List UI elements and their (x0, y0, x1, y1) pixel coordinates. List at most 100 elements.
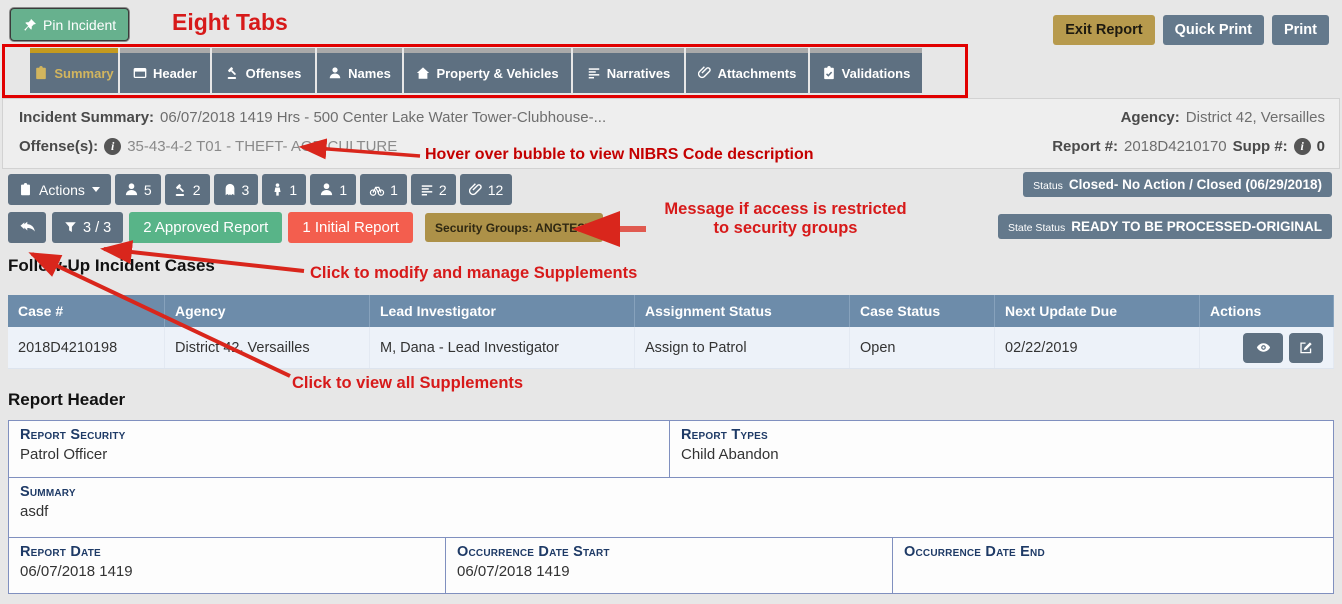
field-label: Report Date (9, 538, 445, 560)
report-number-value: 2018D4210170 (1124, 138, 1227, 155)
clipboard-icon (34, 66, 48, 80)
report-header-title: Report Header (8, 390, 125, 410)
tab-label: Narratives (607, 66, 671, 81)
view-case-button[interactable] (1243, 333, 1283, 363)
text-lines-icon (587, 66, 601, 80)
tab-summary[interactable]: Summary (30, 48, 118, 93)
security-groups-badge: Security Groups: ANGTEST (425, 213, 603, 242)
actions-label: Actions (39, 182, 85, 198)
field-value: 06/07/2018 1419 (9, 560, 445, 583)
tab-bar: Summary Header Offenses Names Property &… (30, 48, 922, 93)
field-label: Summary (9, 478, 1333, 500)
person-icon (319, 182, 334, 197)
cell-agency: District 42, Versailles (165, 327, 370, 368)
officer-count-badge[interactable]: 1 (262, 174, 306, 205)
annotation-hover-bubble: Hover over bubble to view NIBRS Code des… (425, 146, 814, 164)
badge-count: 12 (488, 182, 504, 198)
agency-value: District 42, Versailles (1186, 109, 1325, 126)
house-icon (416, 66, 430, 80)
eye-icon (1256, 340, 1271, 355)
incident-summary-label: Incident Summary: (19, 109, 154, 126)
quick-print-button[interactable]: Quick Print (1163, 15, 1264, 45)
supp-number-value: 0 (1317, 138, 1325, 155)
paperclip-icon (698, 66, 712, 80)
field-report-types: Report Types Child Abandon (669, 420, 1334, 478)
column-header-case-number: Case # (8, 295, 165, 327)
actions-row: Actions 5 2 3 1 1 1 2 12 (8, 174, 512, 205)
vehicles-count-badge[interactable]: 1 (360, 174, 407, 205)
tab-label: Summary (54, 66, 113, 81)
annotation-view-supplements: Click to view all Supplements (292, 374, 523, 393)
tab-names[interactable]: Names (317, 48, 402, 93)
tab-validations[interactable]: Validations (810, 48, 922, 93)
column-header-case-status: Case Status (850, 295, 995, 327)
annotation-eight-tabs: Eight Tabs (172, 9, 288, 36)
badge-count: 2 (439, 182, 447, 198)
followup-cases-table: Case # Agency Lead Investigator Assignme… (8, 295, 1334, 369)
field-value (893, 560, 1333, 566)
cell-assignment-status: Assign to Patrol (635, 327, 850, 368)
persons-count-badge[interactable]: 5 (115, 174, 161, 205)
person-icon (124, 182, 139, 197)
table-header-row: Case # Agency Lead Investigator Assignme… (8, 295, 1334, 327)
narratives-count-badge[interactable]: 2 (411, 174, 456, 205)
view-all-supplements-button[interactable] (8, 212, 46, 243)
field-occurrence-date-start: Occurrence Date Start 06/07/2018 1419 (445, 537, 893, 594)
tab-narratives[interactable]: Narratives (573, 48, 684, 93)
supplements-filter-count: 3 / 3 (83, 220, 111, 236)
edit-pencil-icon (1299, 341, 1313, 355)
pin-incident-button[interactable]: Pin Incident (10, 8, 129, 41)
badge-count: 1 (289, 182, 297, 198)
tab-label: Validations (842, 66, 911, 81)
badge-count: 2 (193, 182, 201, 198)
info-icon[interactable]: i (1294, 138, 1311, 155)
field-value: asdf (9, 500, 1333, 523)
status-label: Status (1033, 180, 1063, 192)
field-occurrence-date-end: Occurrence Date End (892, 537, 1334, 594)
supplements-filter-button[interactable]: 3 / 3 (52, 212, 123, 243)
print-button[interactable]: Print (1272, 15, 1329, 45)
tab-offenses[interactable]: Offenses (212, 48, 315, 93)
tab-property-vehicles[interactable]: Property & Vehicles (404, 48, 571, 93)
attachments-count-badge[interactable]: 12 (460, 174, 513, 205)
person-count-badge[interactable]: 1 (310, 174, 356, 205)
initial-report-button[interactable]: 1 Initial Report (288, 212, 413, 243)
followup-cases-title: Follow-Up Incident Cases (8, 256, 215, 276)
agency-label: Agency: (1121, 109, 1180, 126)
tab-header[interactable]: Header (120, 48, 210, 93)
report-header-fields: Report Security Patrol Officer Report Ty… (8, 420, 1334, 594)
field-report-security: Report Security Patrol Officer (8, 420, 670, 478)
tab-label: Offenses (246, 66, 302, 81)
badge-count: 1 (390, 182, 398, 198)
subjects-count-badge[interactable]: 3 (214, 174, 259, 205)
info-icon[interactable]: i (104, 138, 121, 155)
column-header-agency: Agency (165, 295, 370, 327)
reply-all-icon (19, 220, 36, 235)
table-row: 2018D4210198 District 42, Versailles M, … (8, 327, 1334, 369)
check-clipboard-icon (822, 66, 836, 80)
exit-report-button[interactable]: Exit Report (1053, 15, 1154, 45)
pushpin-icon (23, 18, 37, 32)
offenses-count-badge[interactable]: 2 (165, 174, 210, 205)
approved-report-button[interactable]: 2 Approved Report (129, 212, 282, 243)
clipboard-icon (19, 183, 32, 196)
badge-count: 3 (242, 182, 250, 198)
field-label: Report Security (9, 421, 669, 443)
window-icon (133, 66, 147, 80)
tab-attachments[interactable]: Attachments (686, 48, 808, 93)
column-header-next-update-due: Next Update Due (995, 295, 1200, 327)
report-number-label: Report #: (1052, 138, 1118, 155)
tab-label: Header (153, 66, 197, 81)
edit-case-button[interactable] (1289, 333, 1323, 363)
paperclip-icon (469, 183, 483, 197)
pin-incident-label: Pin Incident (43, 17, 116, 33)
ghost-icon (223, 183, 237, 197)
field-value: Patrol Officer (9, 443, 669, 466)
incident-report-page: { "topbar": { "pin_label": "Pin Incident… (0, 0, 1342, 604)
field-label: Occurrence Date Start (446, 538, 892, 560)
column-header-actions: Actions (1200, 295, 1334, 327)
actions-dropdown[interactable]: Actions (8, 174, 111, 205)
annotation-restricted-line1: Message if access is restricted (648, 200, 923, 219)
annotation-restricted-line2: to security groups (648, 219, 923, 238)
gavel-icon (226, 66, 240, 80)
